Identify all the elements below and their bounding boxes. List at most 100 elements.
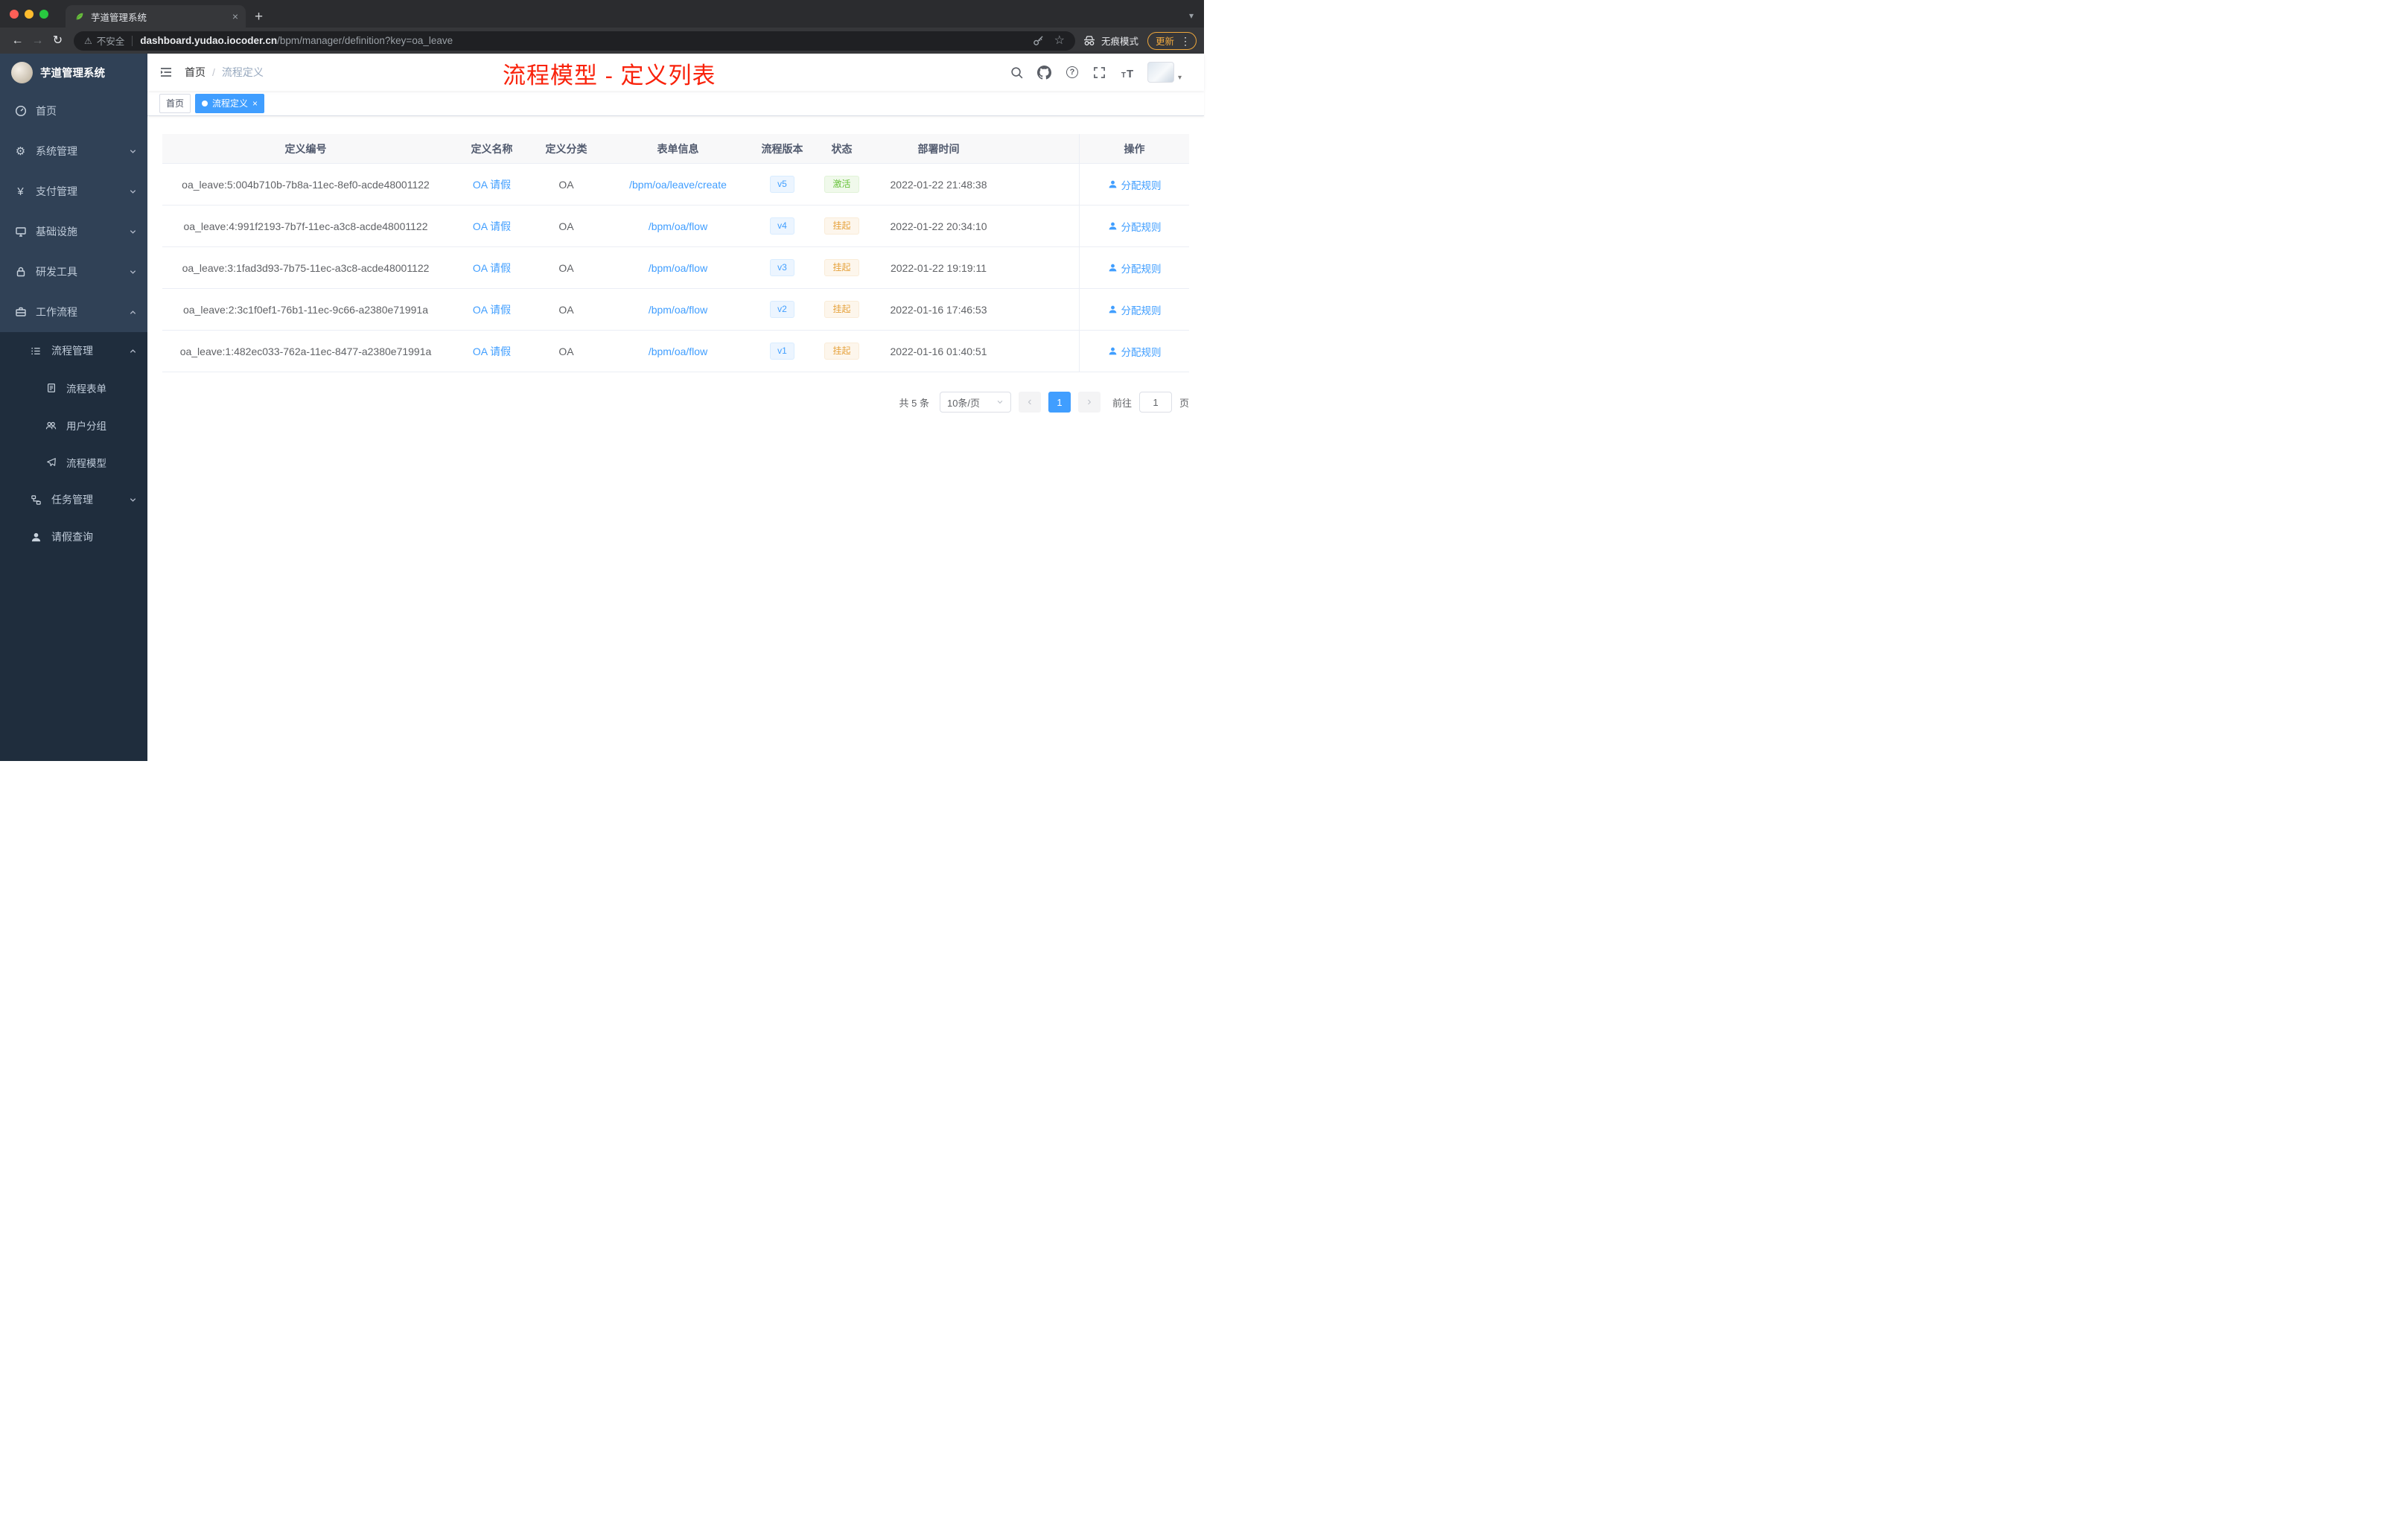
header-actions: ? TT ▾ xyxy=(1010,62,1204,83)
app-logo[interactable]: 芋道管理系统 xyxy=(0,54,147,91)
form-info-link[interactable]: /bpm/oa/flow xyxy=(649,262,707,274)
definition-name-link[interactable]: OA 请假 xyxy=(473,302,511,317)
form-info-link[interactable]: /bpm/oa/flow xyxy=(649,346,707,357)
security-label: 不安全 xyxy=(96,36,125,47)
tag-home[interactable]: 首页 xyxy=(159,93,191,113)
sidebar-item-process-model[interactable]: 流程模型 xyxy=(0,444,147,481)
workflow-submenu: 流程管理 流程表单 用户分组 流程模型 任务管理 请假查询 xyxy=(0,332,147,555)
definition-id: oa_leave:3:1fad3d93-7b75-11ec-a3c8-acde4… xyxy=(182,261,430,274)
sidebar-item-task-mgmt[interactable]: 任务管理 xyxy=(0,481,147,518)
browser-menu-icon[interactable]: ⋮ xyxy=(1180,36,1191,46)
incognito-indicator: 无痕模式 xyxy=(1083,34,1138,48)
definition-id: oa_leave:4:991f2193-7b7f-11ec-a3c8-acde4… xyxy=(183,220,428,232)
tag-close-icon[interactable]: × xyxy=(252,99,258,108)
sidebar-item-process-form[interactable]: 流程表单 xyxy=(0,369,147,407)
sidebar-item-label: 流程模型 xyxy=(66,458,106,469)
table-row: oa_leave:4:991f2193-7b7f-11ec-a3c8-acde4… xyxy=(162,206,1189,247)
reload-button[interactable]: ↻ xyxy=(48,34,68,47)
github-icon[interactable] xyxy=(1037,65,1052,80)
assign-rule-link[interactable]: 分配规则 xyxy=(1108,302,1162,317)
chevron-down-icon xyxy=(129,147,137,156)
assign-rule-label: 分配规则 xyxy=(1121,221,1162,233)
next-page-button[interactable]: › xyxy=(1077,392,1101,413)
tab-search-icon[interactable]: ▾ xyxy=(1189,10,1194,21)
form-info-link[interactable]: /bpm/oa/leave/create xyxy=(629,179,727,191)
sidebar-item-dev-tools[interactable]: 研发工具 xyxy=(0,252,147,292)
definition-name-link[interactable]: OA 请假 xyxy=(473,261,511,276)
sidebar-item-label: 首页 xyxy=(36,105,57,117)
sidebar-item-process-mgmt[interactable]: 流程管理 xyxy=(0,332,147,369)
sidebar-item-home[interactable]: 首页 xyxy=(0,91,147,131)
assign-rule-link[interactable]: 分配规则 xyxy=(1108,261,1162,276)
hamburger-icon[interactable] xyxy=(147,54,185,91)
tab-close-icon[interactable]: × xyxy=(232,11,238,22)
prev-page-button[interactable]: ‹ xyxy=(1018,392,1041,413)
logo-avatar-image xyxy=(11,61,33,83)
forward-button[interactable]: → xyxy=(28,34,48,47)
sidebar-item-workflow[interactable]: 工作流程 xyxy=(0,292,147,332)
active-dot xyxy=(202,100,208,106)
sidebar-item-user-group[interactable]: 用户分组 xyxy=(0,407,147,444)
table-header-row: 定义编号 定义名称 定义分类 表单信息 流程版本 状态 部署时间 操作 xyxy=(162,134,1189,164)
back-button[interactable]: ← xyxy=(7,34,28,47)
definition-id: oa_leave:5:004b710b-7b8a-11ec-8ef0-acde4… xyxy=(182,178,430,191)
address-bar[interactable]: ⚠ 不安全 dashboard.yudao.iocoder.cn/bpm/man… xyxy=(74,31,1075,51)
password-key-icon[interactable] xyxy=(1033,35,1044,46)
table-row: oa_leave:3:1fad3d93-7b75-11ec-a3c8-acde4… xyxy=(162,247,1189,289)
version-tag: v1 xyxy=(770,343,794,360)
sidebar-item-system-mgmt[interactable]: ⚙ 系统管理 xyxy=(0,131,147,171)
definition-table: 定义编号 定义名称 定义分类 表单信息 流程版本 状态 部署时间 操作 oa_l… xyxy=(162,134,1189,372)
assign-rule-label: 分配规则 xyxy=(1121,346,1162,358)
breadcrumb-separator: / xyxy=(212,66,215,78)
window-close-button[interactable] xyxy=(10,9,19,19)
assign-rule-link[interactable]: 分配规则 xyxy=(1108,344,1162,359)
status-tag: 挂起 xyxy=(824,217,859,235)
goto-page-input[interactable] xyxy=(1138,392,1172,413)
form-info-link[interactable]: /bpm/oa/flow xyxy=(649,304,707,316)
warning-icon: ⚠ xyxy=(84,35,92,46)
page-1-button[interactable]: 1 xyxy=(1048,392,1071,413)
bookmark-star-icon[interactable]: ☆ xyxy=(1054,34,1065,47)
sidebar: 芋道管理系统 首页 ⚙ 系统管理 ¥ 支付管理 基础设施 研发工具 工作流程 流… xyxy=(0,54,147,761)
help-icon[interactable]: ? xyxy=(1065,65,1080,80)
assign-rule-link[interactable]: 分配规则 xyxy=(1108,219,1162,234)
definition-category: OA xyxy=(558,345,574,357)
user-avatar-menu[interactable]: ▾ xyxy=(1147,62,1182,83)
browser-tab[interactable]: 芋道管理系统 × xyxy=(66,5,246,28)
window-controls xyxy=(0,0,58,28)
document-icon xyxy=(45,382,57,395)
search-icon[interactable] xyxy=(1010,65,1025,80)
page-size-value: 10条/页 xyxy=(946,397,981,409)
definition-name-link[interactable]: OA 请假 xyxy=(473,177,511,192)
table-body: oa_leave:5:004b710b-7b8a-11ec-8ef0-acde4… xyxy=(162,164,1189,372)
definition-id: oa_leave:1:482ec033-762a-11ec-8477-a2380… xyxy=(179,345,432,357)
security-status[interactable]: ⚠ 不安全 xyxy=(84,34,124,48)
page-size-select[interactable]: 10条/页 xyxy=(939,392,1011,413)
sidebar-item-payment-mgmt[interactable]: ¥ 支付管理 xyxy=(0,171,147,211)
sidebar-item-label: 研发工具 xyxy=(36,266,77,278)
window-minimize-button[interactable] xyxy=(25,9,34,19)
browser-update-button[interactable]: 更新 ⋮ xyxy=(1147,31,1197,50)
new-tab-button[interactable]: + xyxy=(255,10,263,24)
column-header: 表单信息 xyxy=(657,142,699,155)
table-row: oa_leave:1:482ec033-762a-11ec-8477-a2380… xyxy=(162,331,1189,372)
window-zoom-button[interactable] xyxy=(39,9,48,19)
update-label: 更新 xyxy=(1155,36,1174,47)
workflow-nodes-icon xyxy=(30,494,42,506)
main-area: 首页 / 流程定义 流程模型 - 定义列表 ? TT ▾ 首页 流程定义 × 定… xyxy=(147,54,1204,761)
fullscreen-icon[interactable] xyxy=(1092,65,1107,80)
omnibox-divider xyxy=(132,35,133,46)
tag-process-definition[interactable]: 流程定义 × xyxy=(195,93,265,113)
sidebar-item-leave-query[interactable]: 请假查询 xyxy=(0,518,147,555)
select-caret-icon xyxy=(996,398,1004,406)
paper-plane-icon xyxy=(45,456,57,469)
form-info-link[interactable]: /bpm/oa/flow xyxy=(649,220,707,232)
assign-rule-link[interactable]: 分配规则 xyxy=(1108,177,1162,192)
definition-name-link[interactable]: OA 请假 xyxy=(473,219,511,234)
chevron-down-icon xyxy=(129,188,137,196)
definition-name-link[interactable]: OA 请假 xyxy=(473,344,511,359)
breadcrumb-home[interactable]: 首页 xyxy=(185,65,206,80)
sidebar-item-infrastructure[interactable]: 基础设施 xyxy=(0,211,147,252)
sidebar-item-label: 支付管理 xyxy=(36,185,77,197)
font-size-icon[interactable]: TT xyxy=(1120,65,1135,80)
